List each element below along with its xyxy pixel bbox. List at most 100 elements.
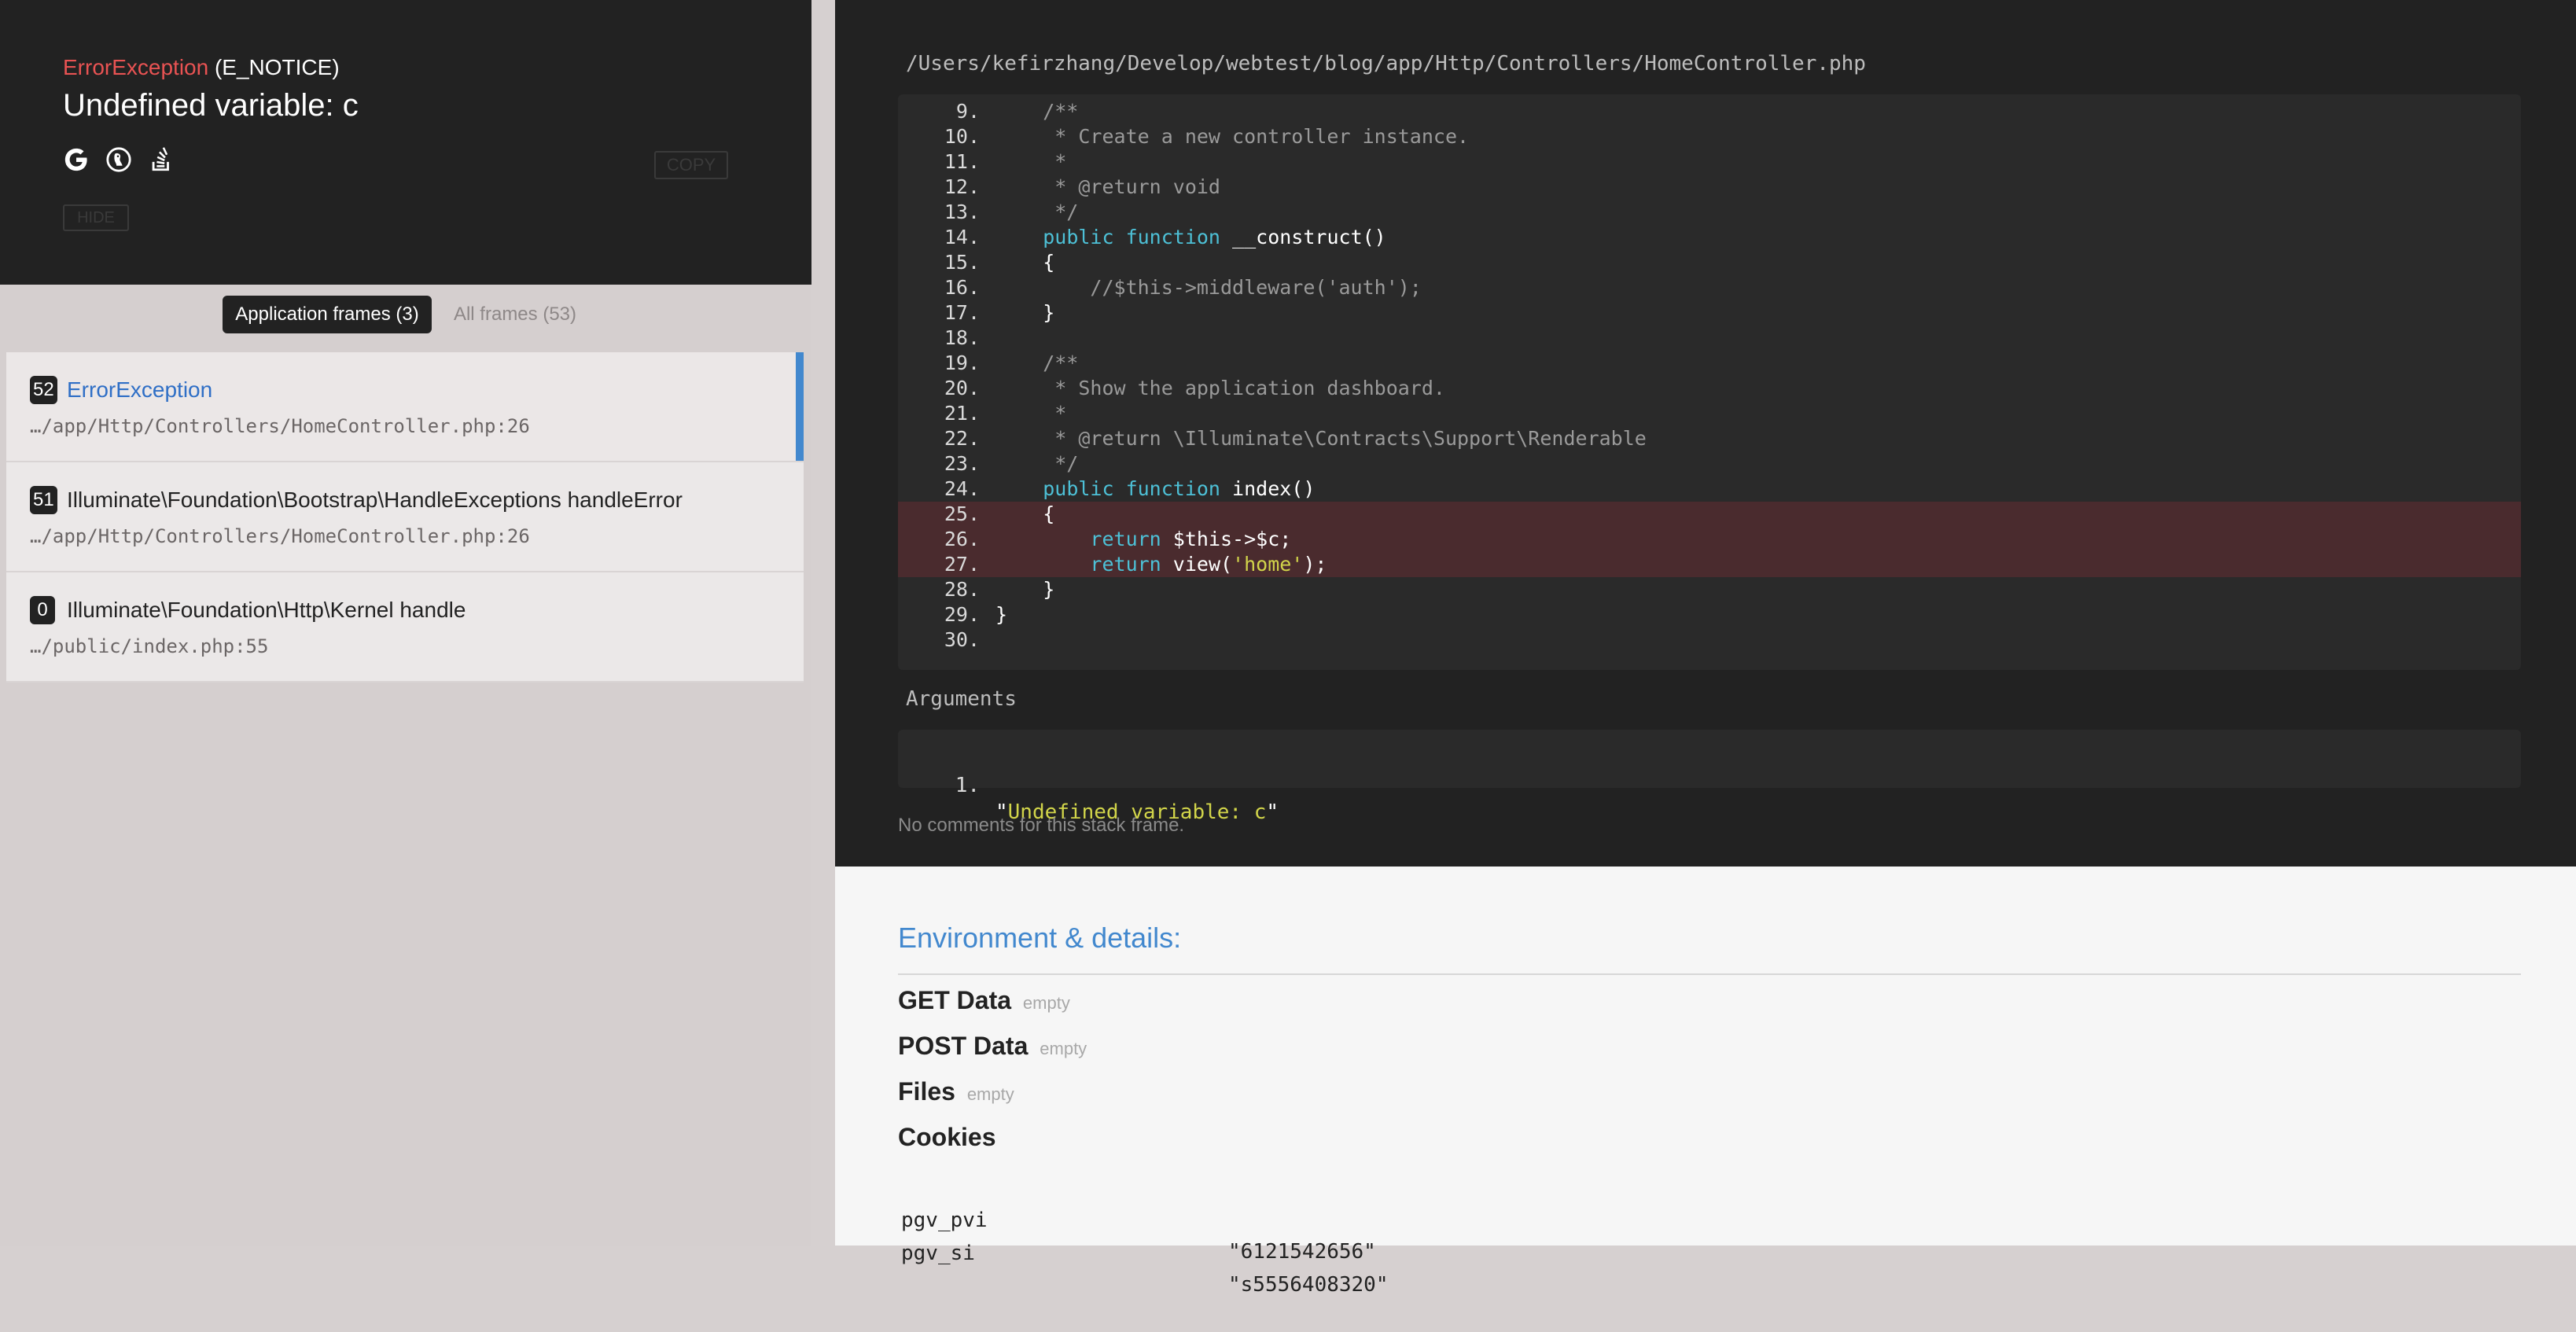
arguments-title: Arguments [906, 687, 1017, 711]
line-code: * Show the application dashboard. [995, 376, 1445, 401]
details-panel: /Users/kefirzhang/Develop/webtest/blog/a… [835, 0, 2576, 1297]
line-code: } [995, 300, 1054, 326]
cookie-key: pgv_si [901, 1242, 975, 1265]
post-data-heading: POST Data empty [898, 1032, 1087, 1061]
get-data-label: GET Data [898, 986, 1012, 1014]
exception-message: Undefined variable: c [63, 88, 359, 123]
frame-file: …/app/Http/Controllers/HomeController.ph… [30, 415, 530, 437]
line-number: 14. [944, 226, 980, 248]
code-token: * Create a new controller instance. [995, 125, 1470, 148]
google-icon[interactable] [63, 146, 90, 173]
stackoverflow-icon[interactable] [148, 146, 175, 173]
code-token: */ [995, 201, 1079, 223]
exception-type-line: ErrorException (E_NOTICE) [63, 55, 340, 80]
argument-number: 1. [955, 774, 980, 797]
cookies-heading: Cookies [898, 1123, 995, 1152]
line-code: { [995, 250, 1054, 275]
code-token: } [995, 603, 1008, 626]
line-code: * [995, 149, 1066, 175]
code-token: { [995, 251, 1055, 274]
code-line: 29.} [898, 602, 2521, 627]
code-line: 25. { [898, 502, 2521, 527]
code-line: 9. /** [898, 99, 2521, 124]
line-number: 30. [944, 628, 980, 651]
code-token: /** [995, 351, 1079, 374]
line-code: return view('home'); [995, 552, 1327, 577]
stack-frame-0[interactable]: 0 Illuminate\Foundation\Http\Kernel hand… [6, 572, 804, 683]
frame-file-path[interactable]: /Users/kefirzhang/Develop/webtest/blog/a… [906, 52, 1866, 75]
code-line: 20. * Show the application dashboard. [898, 376, 2521, 401]
frame-class: Illuminate\Foundation\Http\Kernel handle [67, 598, 466, 622]
line-code: */ [995, 200, 1078, 225]
code-line: 21. * [898, 401, 2521, 426]
line-code: } [995, 602, 1007, 627]
frame-list: 52 ErrorException …/app/Http/Controllers… [6, 352, 804, 683]
line-code: } [995, 577, 1054, 602]
code-line: 19. /** [898, 351, 2521, 376]
post-data-label: POST Data [898, 1032, 1029, 1060]
line-code: /** [995, 351, 1078, 376]
code-token: return [1090, 528, 1161, 550]
code-line: 12. * @return void [898, 175, 2521, 200]
code-token: * @return \Illuminate\Contracts\Support\… [995, 427, 1647, 450]
code-line: 22. * @return \Illuminate\Contracts\Supp… [898, 426, 2521, 451]
line-number: 23. [944, 452, 980, 475]
code-token: public function [1043, 477, 1220, 500]
left-panel: ErrorException (E_NOTICE) Undefined vari… [0, 0, 811, 1246]
cookie-value: "6121542656" [1228, 1240, 1376, 1264]
all-frames-filter[interactable]: All frames (53) [440, 296, 590, 333]
search-links [63, 144, 175, 175]
line-number: 22. [944, 427, 980, 450]
line-number: 25. [944, 502, 980, 525]
line-code: //$this->middleware('auth'); [995, 275, 1421, 300]
code-token: { [995, 502, 1055, 525]
environment-title: Environment & details: [898, 922, 1182, 954]
frame-filters: Application frames (3) All frames (53) [0, 285, 811, 354]
exception-code: (E_NOTICE) [214, 55, 340, 79]
code-token: $this->$c; [1161, 528, 1292, 550]
stack-frame-52[interactable]: 52 ErrorException …/app/Http/Controllers… [6, 352, 804, 462]
code-token: view( [1161, 553, 1233, 576]
line-code: public function __construct() [995, 225, 1386, 250]
code-line: 13. */ [898, 200, 2521, 225]
code-token: * Show the application dashboard. [995, 377, 1445, 399]
hide-button[interactable]: HIDE [63, 204, 129, 231]
application-frames-filter[interactable]: Application frames (3) [223, 296, 432, 333]
code-line: 15. { [898, 250, 2521, 275]
duckduckgo-icon[interactable] [105, 146, 132, 173]
line-number: 18. [944, 326, 980, 349]
frame-class: ErrorException [67, 377, 213, 402]
code-token: ); [1303, 553, 1327, 576]
exception-header: ErrorException (E_NOTICE) Undefined vari… [0, 0, 811, 285]
frame-index: 52 [30, 376, 57, 404]
code-block: 9. /** 10. * Create a new controller inst… [898, 94, 2521, 670]
files-empty: empty [966, 1084, 1014, 1104]
line-number: 11. [944, 150, 980, 173]
code-token: index() [1220, 477, 1316, 500]
frame-file: …/app/Http/Controllers/HomeController.ph… [30, 525, 530, 547]
code-token: /** [995, 100, 1079, 123]
code-token: * [995, 402, 1067, 425]
copy-button[interactable]: COPY [654, 151, 728, 179]
code-token: * @return void [995, 175, 1220, 198]
files-label: Files [898, 1077, 955, 1106]
line-number: 12. [944, 175, 980, 198]
line-number: 28. [944, 578, 980, 601]
code-token: } [995, 578, 1055, 601]
code-line: 17. } [898, 300, 2521, 326]
frame-class: Illuminate\Foundation\Bootstrap\HandleEx… [67, 488, 683, 512]
code-line: 30. [898, 627, 2521, 653]
code-token: public function [1043, 226, 1220, 248]
line-number: 26. [944, 528, 980, 550]
cookies-label: Cookies [898, 1123, 996, 1151]
line-code: * @return void [995, 175, 1220, 200]
line-number: 15. [944, 251, 980, 274]
line-number: 19. [944, 351, 980, 374]
code-line: 26. return $this->$c; [898, 527, 2521, 552]
stack-frame-51[interactable]: 51 Illuminate\Foundation\Bootstrap\Handl… [6, 462, 804, 572]
line-number: 9. [955, 100, 980, 123]
environment-divider [898, 973, 2521, 975]
line-number: 24. [944, 477, 980, 500]
code-line: 10. * Create a new controller instance. [898, 124, 2521, 149]
